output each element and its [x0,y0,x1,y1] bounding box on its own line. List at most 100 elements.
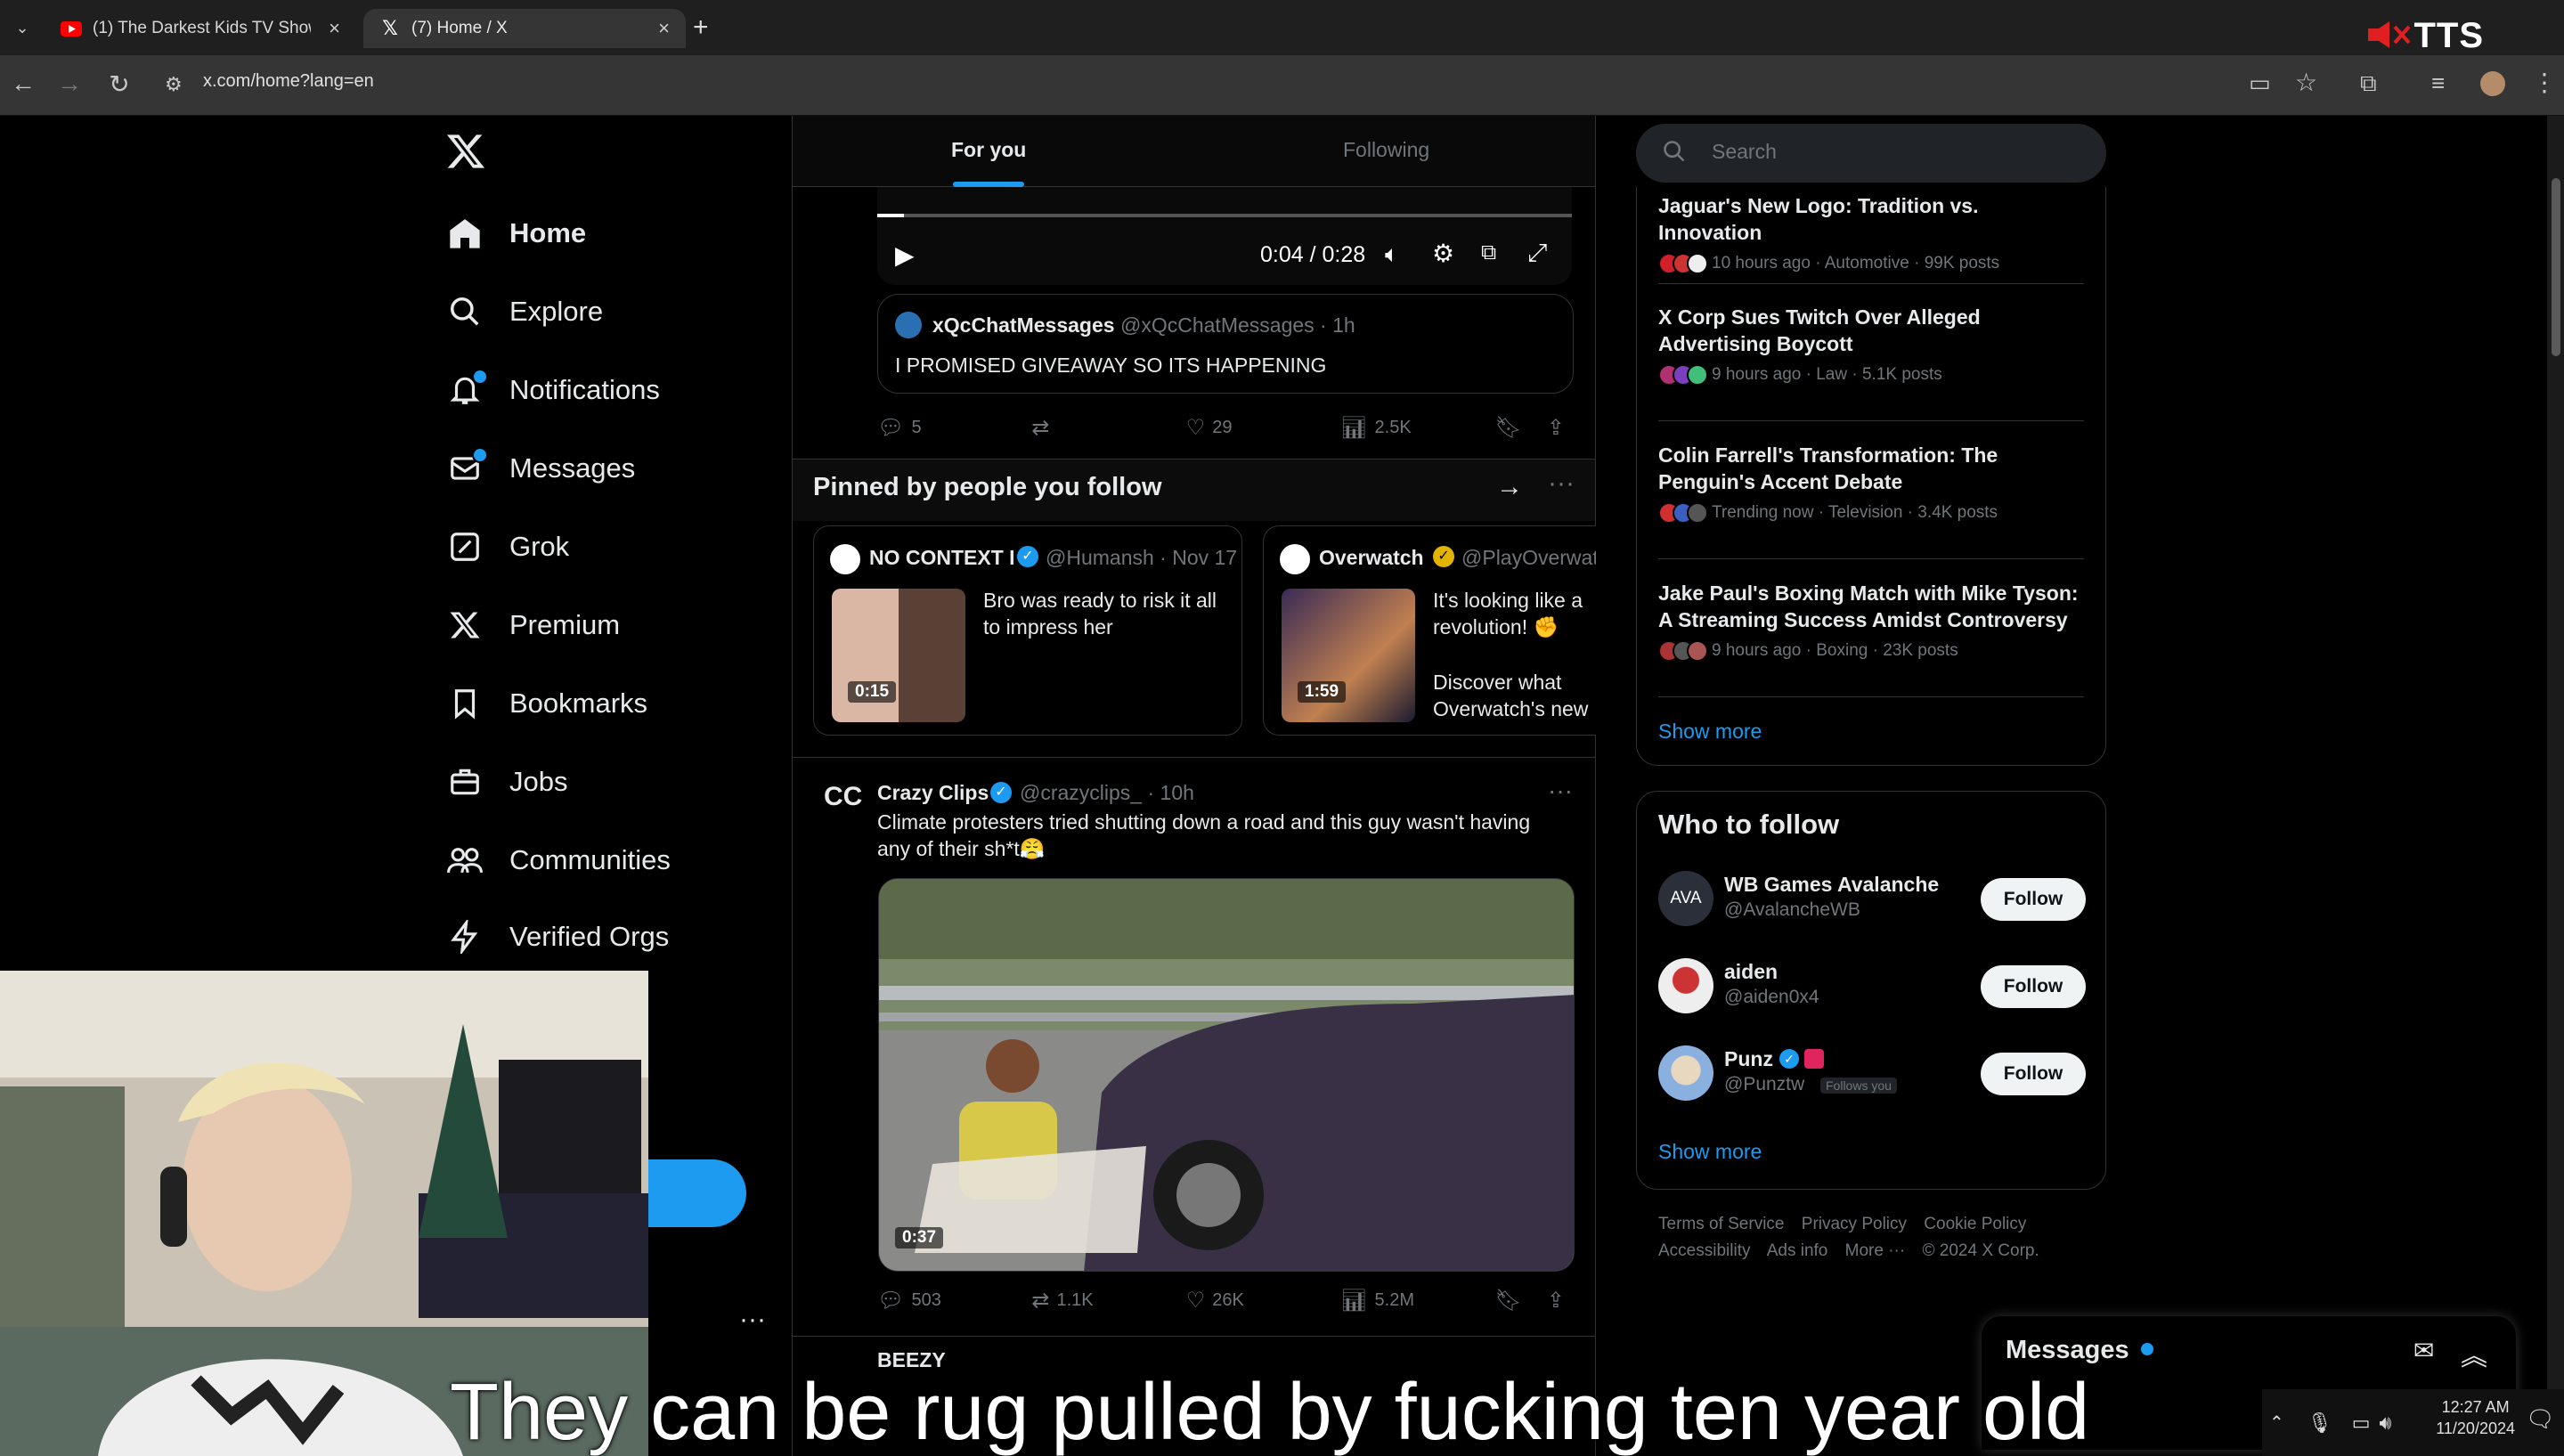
footer-link[interactable]: More ··· [1845,1241,1906,1260]
trend-item[interactable]: Jaguar's New Logo: Tradition vs. Innovat… [1658,192,2084,274]
play-icon[interactable]: ▶ [895,240,915,270]
card-text: Bro was ready to risk it all to impress … [983,589,1217,639]
bookmark-icon[interactable]: 🔖︎ [1494,1288,1521,1314]
follow-suggestion[interactable]: Punz ✓ @Punztw Follows you Follow [1658,1045,2086,1108]
views-button[interactable]: 📊︎ 2.5K [1340,415,1494,441]
bookmark-star-icon[interactable]: ☆ [2295,68,2317,97]
pinned-card[interactable]: Overwatch ✓ @PlayOverwat 1:59 It's looki… [1263,525,1596,736]
account-more-icon[interactable]: ··· [739,1305,766,1335]
video-progress-bar[interactable] [877,214,1572,217]
who-to-follow-show-more-link[interactable]: Show more [1658,1140,1762,1164]
search-input[interactable] [1636,124,2106,183]
scrollbar-thumb[interactable] [2552,178,2560,356]
back-icon[interactable]: ← [7,68,39,100]
nav-notifications[interactable]: Notifications [445,363,660,417]
x-logo-icon[interactable] [445,131,490,175]
microphone-icon[interactable]: 🎙︎ [2308,1411,2332,1435]
volume-icon[interactable]: 🔊︎ [2380,1411,2392,1435]
follow-button[interactable]: Follow [1981,965,2086,1008]
browser-tab-x[interactable]: 𝕏 (7) Home / X × [363,9,686,48]
follow-button[interactable]: Follow [1981,1053,2086,1095]
bolt-icon [445,917,484,956]
fullscreen-icon[interactable]: ⤢ [1527,239,1547,268]
quote-author-handle: @xQcChatMessages · 1h [1120,313,1355,337]
video-player[interactable] [877,187,1572,285]
post-button[interactable] [648,1159,746,1227]
repost-button[interactable]: ⇄ [1031,415,1185,441]
more-icon[interactable]: ··· [1548,468,1575,499]
nav-messages[interactable]: Messages [445,442,635,495]
nav-grok[interactable]: Grok [445,520,569,573]
tab-list-button[interactable]: ⌄ [9,14,36,41]
forward-icon[interactable]: → [53,68,85,100]
footer-link[interactable]: Terms of Service [1658,1215,1784,1233]
reload-icon[interactable]: ↻ [103,68,135,100]
x-icon [445,606,484,645]
taskbar-clock[interactable]: 12:27 AM 11/20/2024 [2436,1396,2515,1439]
tab-following[interactable]: Following [1343,138,1429,162]
nav-bookmarks[interactable]: Bookmarks [445,677,647,730]
address-bar[interactable]: x.com/home?lang=en [203,71,374,92]
trend-item[interactable]: Colin Farrell's Transformation: The Peng… [1658,442,2084,524]
pinned-card[interactable]: NO CONTEXT I ✓ @Humansh · Nov 17 0:15 Br… [813,525,1242,736]
more-icon[interactable]: ··· [1548,777,1573,805]
reply-icon: 💬︎ [877,1288,905,1313]
like-button[interactable]: ♡ 29 [1186,415,1340,441]
network-icon[interactable]: ▭ [2352,1411,2371,1435]
views-button[interactable]: 📊︎ 5.2M [1340,1288,1494,1314]
chevron-up-icon[interactable]: ⌃ [2269,1411,2284,1434]
clock-time: 12:27 AM [2441,1398,2510,1416]
reply-button[interactable]: 💬︎ 503 [877,1288,1031,1314]
follow-suggestion[interactable]: aiden @aiden0x4 Follow [1658,958,2086,1021]
follow-button[interactable]: Follow [1981,878,2086,921]
browser-menu-icon[interactable]: ⋮ [2532,68,2557,97]
footer-link[interactable]: Ads info [1767,1241,1828,1260]
expand-icon[interactable]: ︽ [2461,1334,2487,1373]
trends-show-more-link[interactable]: Show more [1658,720,1762,744]
nav-jobs[interactable]: Jobs [445,755,567,809]
mute-icon[interactable]: 🔈︎ [1385,240,1399,269]
new-message-icon[interactable]: ✉ [2413,1336,2434,1365]
nav-label: Notifications [509,374,660,405]
settings-icon[interactable]: ⚙ [1432,239,1454,268]
tab-for-you[interactable]: For you [951,138,1026,162]
like-button[interactable]: ♡ 26K [1186,1288,1340,1314]
bookmark-icon[interactable]: 🔖︎ [1494,415,1521,441]
nav-premium[interactable]: Premium [445,598,620,652]
close-icon[interactable]: × [329,17,340,40]
pip-icon[interactable]: ⧉ [1481,240,1496,265]
trend-item[interactable]: Jake Paul's Boxing Match with Mike Tyson… [1658,580,2084,662]
extensions-icon[interactable]: ⧉ [2360,69,2377,98]
profile-avatar[interactable] [2480,71,2505,96]
footer-link[interactable]: Cookie Policy [1924,1215,2026,1233]
trend-title: Jake Paul's Boxing Match with Mike Tyson… [1658,582,2079,631]
trend-item[interactable]: X Corp Sues Twitch Over Alleged Advertis… [1658,304,2084,386]
browser-tab-youtube[interactable]: (1) The Darkest Kids TV Show E × [45,9,356,48]
nav-communities[interactable]: Communities [445,834,671,887]
footer-link[interactable]: Accessibility [1658,1241,1750,1260]
footer-link[interactable]: Privacy Policy [1802,1215,1907,1233]
video-duration: 1:59 [1298,681,1347,703]
follow-suggestion[interactable]: AVA WB Games Avalanche @AvalancheWB Foll… [1658,871,2086,933]
nav-explore[interactable]: Explore [445,285,603,338]
repost-button[interactable]: ⇄ 1.1K [1031,1288,1185,1314]
share-icon[interactable]: ⇪ [1547,415,1565,441]
reply-button[interactable]: 💬︎ 5 [877,415,1031,441]
tweet-video[interactable] [878,878,1575,1272]
briefcase-icon [445,762,484,801]
close-icon[interactable]: × [658,17,670,40]
quote-author-name: xQcChatMessages [932,313,1115,337]
new-tab-button[interactable]: + [693,12,709,43]
quoted-tweet[interactable] [877,294,1574,394]
media-control-icon[interactable]: ≡ [2431,69,2445,97]
tweet[interactable] [793,757,1595,758]
site-settings-icon[interactable]: ⚙ [165,73,188,95]
notification-center-icon[interactable]: 🗨︎ [2526,1405,2555,1433]
nav-home[interactable]: Home [445,207,586,260]
arrow-right-icon[interactable]: → [1496,472,1523,502]
sidebar-footer: Terms of Service Privacy Policy Cookie P… [1658,1211,2086,1265]
cast-icon[interactable]: ▭ [2249,69,2271,97]
trend-avatars [1658,640,1708,662]
share-icon[interactable]: ⇪ [1547,1288,1565,1314]
nav-verified-orgs[interactable]: Verified Orgs [445,910,669,964]
